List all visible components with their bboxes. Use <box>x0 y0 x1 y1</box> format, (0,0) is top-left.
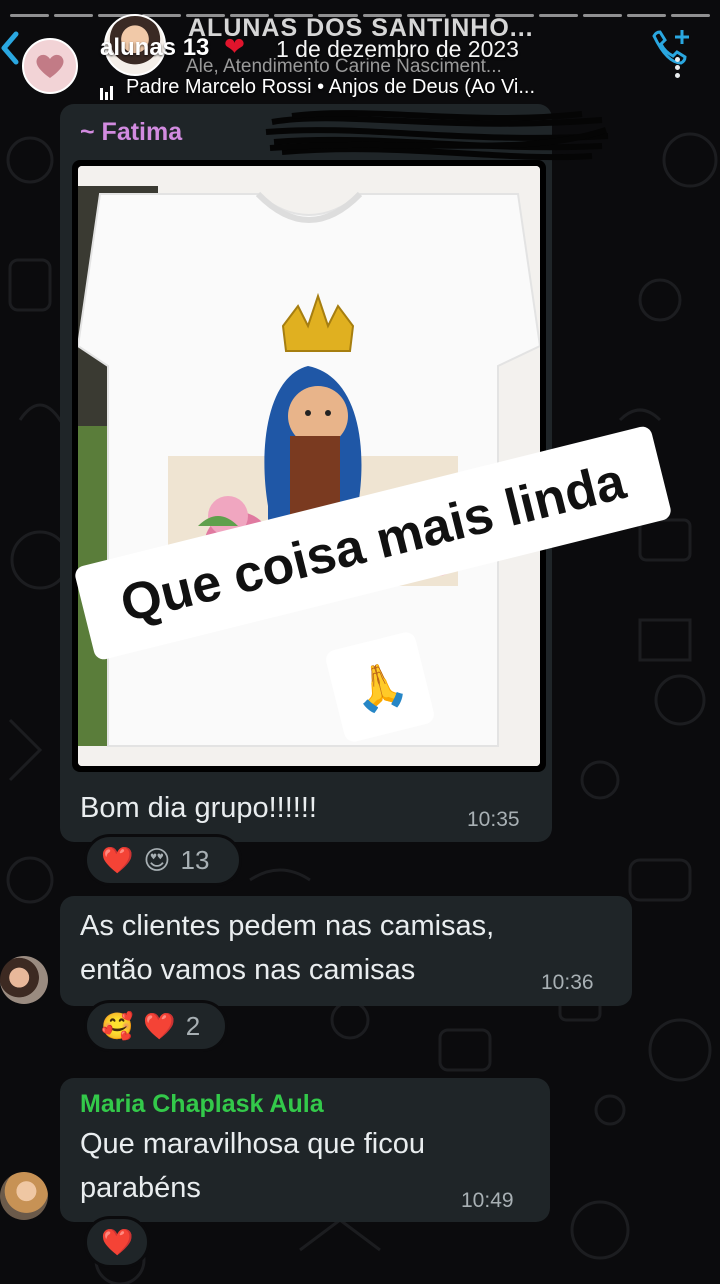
story-heart-icon: ❤ <box>224 33 245 61</box>
group-avatar[interactable] <box>22 38 78 94</box>
message-reactions[interactable]: ❤️ <box>84 1216 150 1268</box>
message-text-line: Que maravilhosa que ficou <box>80 1128 425 1160</box>
music-label: Padre Marcelo Rossi • Anjos de Deus (Ao … <box>126 76 536 98</box>
sender-avatar[interactable] <box>0 956 48 1004</box>
reaction-emoji: 🥰 <box>101 1010 134 1041</box>
sender-name[interactable]: Maria Chaplask Aula <box>80 1090 324 1119</box>
message-reactions[interactable]: ❤️ 😍 13 <box>84 834 242 886</box>
message-text: Bom dia grupo!!!!!! <box>80 792 317 824</box>
message-text-line: As clientes pedem nas camisas, <box>80 910 495 942</box>
shirt-photo[interactable] <box>78 166 540 766</box>
message-time: 10:49 <box>461 1189 514 1212</box>
call-add-icon[interactable] <box>648 26 694 70</box>
t-shirt-image <box>78 166 540 766</box>
message-text-line: parabéns <box>80 1172 201 1204</box>
music-bars-icon <box>100 77 120 100</box>
story-date: 1 de dezembro de 2023 <box>276 36 519 62</box>
sender-name[interactable]: ~ Fatima <box>80 118 182 147</box>
message-text-line: então vamos nas camisas <box>80 954 416 986</box>
menu-dots-icon[interactable] <box>672 54 682 80</box>
story-music[interactable]: Padre Marcelo Rossi • Anjos de Deus (Ao … <box>100 76 536 100</box>
reaction-emoji: ❤️ <box>101 1226 134 1257</box>
reaction-count: 2 <box>185 1010 201 1041</box>
back-arrow-icon[interactable] <box>0 28 22 68</box>
message-time: 10:36 <box>541 971 594 994</box>
heart-icon <box>36 54 64 78</box>
reaction-emoji: ❤️ <box>143 1010 176 1041</box>
message-time: 10:35 <box>467 808 520 831</box>
reaction-emoji: ❤️ <box>101 844 134 875</box>
reaction-emoji: 😍 <box>143 844 171 875</box>
reaction-count: 13 <box>180 844 210 875</box>
story-user-name[interactable]: alunas 13 <box>100 34 209 62</box>
sender-avatar[interactable] <box>0 1172 48 1220</box>
message-reactions[interactable]: 🥰 ❤️ 2 <box>84 1000 228 1052</box>
